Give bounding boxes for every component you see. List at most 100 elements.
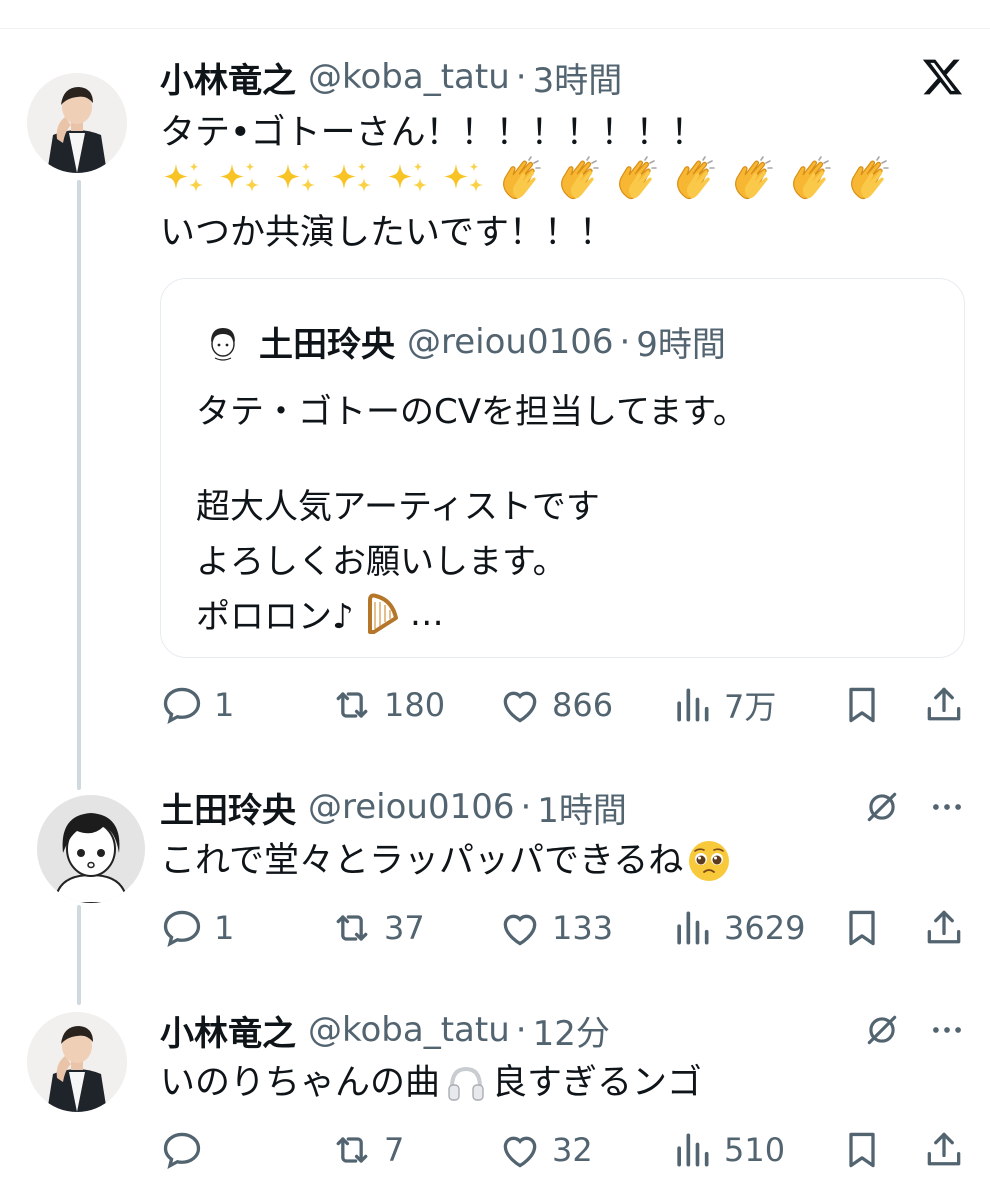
quoted-text-line: ポロロン♪ … <box>196 589 444 638</box>
reply-count: 1 <box>214 686 235 724</box>
avatar-koba-tatu[interactable] <box>27 1012 127 1112</box>
read-more-ellipsis: … <box>409 593 444 634</box>
clapping-hands-icon <box>728 156 778 204</box>
separator-dot: · <box>515 1010 527 1050</box>
reply-button[interactable] <box>160 1125 214 1175</box>
tweet-text-line: いつか共演したいです！！！ <box>160 213 614 253</box>
timestamp[interactable]: 3時間 <box>533 53 623 102</box>
reply-icon <box>160 906 204 950</box>
share-button[interactable] <box>922 680 966 730</box>
heart-icon <box>498 1128 542 1172</box>
views-icon <box>670 1128 714 1172</box>
tweet-text-line: タテ•ゴトーさん！！！！！！！！ <box>160 113 706 153</box>
bookmark-button[interactable] <box>840 903 884 953</box>
headphones-icon <box>448 1066 484 1101</box>
avatar-reiou0106[interactable] <box>37 795 145 903</box>
bookmark-button[interactable] <box>840 1125 884 1175</box>
thread-connector <box>77 180 81 790</box>
quoted-author-name: 土田玲央 <box>259 325 395 365</box>
clapping-hands-icon <box>554 156 604 204</box>
sparkles-icon <box>328 160 376 200</box>
harp-icon <box>367 593 398 634</box>
grok-icon[interactable] <box>863 1011 901 1049</box>
top-divider <box>0 0 990 29</box>
like-button[interactable]: 866 <box>498 680 613 730</box>
bookmark-icon <box>840 683 884 727</box>
tweet-actions: 1 37 133 3629 <box>160 903 965 953</box>
views-button[interactable]: 3629 <box>670 903 805 953</box>
quoted-text: ポロロン♪ <box>196 597 354 637</box>
sparkles-icon <box>272 160 320 200</box>
reply-button[interactable]: 1 <box>160 680 234 730</box>
separator-dot: · <box>619 321 631 362</box>
quoted-tweet-card[interactable]: 土田玲央 @reiou0106 · 9時間 タテ・ゴトーのCVを担当してます。 … <box>160 278 965 658</box>
quoted-text-line: 超大人気アーティストです <box>196 487 600 527</box>
share-icon <box>922 1128 966 1172</box>
author-handle[interactable]: @koba_tatu <box>308 1010 510 1050</box>
retweet-count: 7 <box>384 1131 405 1169</box>
clapping-hands-icon <box>844 156 894 204</box>
author-handle[interactable]: @reiou0106 <box>308 787 514 827</box>
quoted-text-line: よろしくお願いします。 <box>196 542 567 582</box>
x-logo-icon[interactable] <box>920 55 966 99</box>
tweet-text: 良すぎるンゴ <box>492 1063 703 1103</box>
author-name[interactable]: 小林竜之 <box>160 53 296 102</box>
heart-icon <box>498 906 542 950</box>
avatar-image <box>27 1012 127 1112</box>
retweet-button[interactable]: 180 <box>330 680 445 730</box>
views-button[interactable]: 7万 <box>670 680 776 730</box>
avatar-image <box>201 319 245 364</box>
reply-icon <box>160 1128 204 1172</box>
avatar-image <box>37 795 145 903</box>
retweet-button[interactable]: 7 <box>330 1125 404 1175</box>
like-button[interactable]: 133 <box>498 903 613 953</box>
like-button[interactable]: 32 <box>498 1125 593 1175</box>
retweet-button[interactable]: 37 <box>330 903 425 953</box>
bookmark-button[interactable] <box>840 680 884 730</box>
views-icon <box>670 683 714 727</box>
heart-icon <box>498 683 542 727</box>
reply-button[interactable]: 1 <box>160 903 234 953</box>
grok-icon[interactable] <box>863 788 901 826</box>
pleading-face-icon <box>689 841 730 881</box>
tweet-text-line: これで堂々とラッパッパできるね <box>160 838 731 884</box>
avatar-koba-tatu[interactable] <box>27 73 127 173</box>
quoted-text-line: タテ・ゴトーのCVを担当してます。 <box>196 392 747 432</box>
quoted-avatar[interactable] <box>201 319 245 364</box>
retweet-icon <box>330 683 374 727</box>
like-count: 32 <box>552 1131 593 1169</box>
more-icon[interactable] <box>928 1011 966 1049</box>
timestamp[interactable]: 1時間 <box>537 783 627 832</box>
share-button[interactable] <box>922 1125 966 1175</box>
bookmark-icon <box>840 1128 884 1172</box>
retweet-icon <box>330 1128 374 1172</box>
author-name[interactable]: 小林竜之 <box>160 1006 296 1055</box>
clapping-hands-icon <box>670 156 720 204</box>
avatar-image <box>27 73 127 173</box>
sparkles-icon <box>160 160 208 200</box>
retweet-count: 37 <box>384 909 425 947</box>
sparkles-icon <box>440 160 488 200</box>
tweet-text-line: いのりちゃんの曲 良すぎるンゴ <box>160 1060 702 1106</box>
clapping-hands-icon <box>496 156 546 204</box>
more-icon[interactable] <box>928 788 966 826</box>
quoted-timestamp: 9時間 <box>636 325 726 365</box>
sparkles-icon <box>216 160 264 200</box>
views-icon <box>670 906 714 950</box>
share-button[interactable] <box>922 903 966 953</box>
thread-connector <box>77 905 81 1005</box>
like-count: 133 <box>552 909 614 947</box>
author-name[interactable]: 土田玲央 <box>160 783 296 832</box>
tweet-text: これで堂々とラッパッパできるね <box>160 841 684 881</box>
quoted-author-handle: @reiou0106 <box>407 321 614 362</box>
view-count: 3629 <box>724 909 806 947</box>
views-button[interactable]: 510 <box>670 1125 785 1175</box>
tweet-text: いのりちゃんの曲 <box>160 1063 441 1103</box>
tweet-header: 小林竜之 @koba_tatu · 3時間 <box>160 53 623 102</box>
like-count: 866 <box>552 686 614 724</box>
author-handle[interactable]: @koba_tatu <box>308 57 510 97</box>
timestamp[interactable]: 12分 <box>533 1006 610 1055</box>
share-icon <box>922 683 966 727</box>
view-count: 510 <box>724 1131 786 1169</box>
tweet-actions: 1 180 866 7万 <box>160 680 965 730</box>
